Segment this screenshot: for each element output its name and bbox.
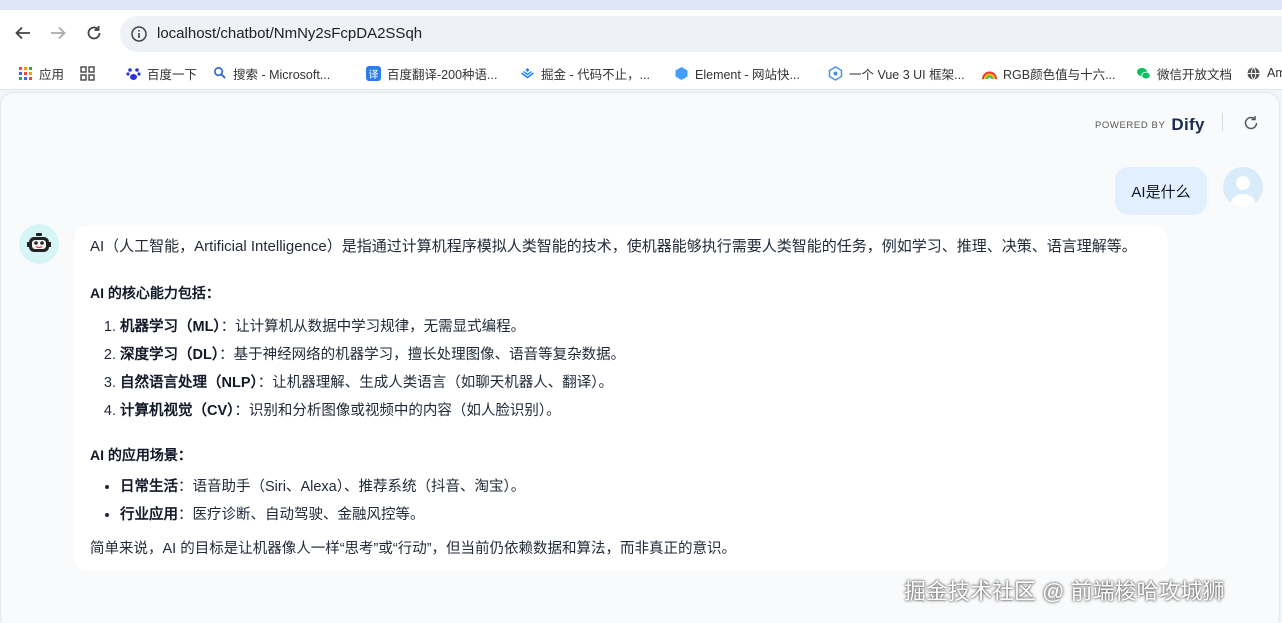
- answer-intro: AI（人工智能，Artificial Intelligence）是指通过计算机程…: [90, 238, 1137, 255]
- list-item: 自然语言处理（NLP）：让机器理解、生成人类语言（如聊天机器人、翻译）。: [120, 369, 625, 397]
- address-bar[interactable]: localhost/chatbot/NmNy2sFcpDA2SSqh: [120, 16, 1282, 52]
- list-item: 机器学习（ML）：让计算机从数据中学习规律，无需显式编程。: [120, 313, 625, 341]
- bot-avatar: [19, 224, 59, 264]
- browser-toolbar: localhost/chatbot/NmNy2sFcpDA2SSqh: [0, 10, 1282, 56]
- user-message-bubble: AI是什么: [1115, 167, 1207, 215]
- list-item: 行业应用：医疗诊断、自动驾驶、金融风控等。: [120, 501, 525, 529]
- address-url[interactable]: localhost/chatbot/NmNy2sFcpDA2SSqh: [157, 25, 422, 42]
- bookmark-rgb-hex[interactable]: RGB颜色值与十六...: [982, 64, 1116, 82]
- bookmark-element[interactable]: Element - 网站快...: [674, 64, 800, 82]
- powered-by-label: POWERED BY: [1095, 119, 1166, 131]
- bookmark-baidu-translate[interactable]: 译 百度翻译-200种语...: [366, 64, 497, 82]
- baidu-paw-icon: [126, 66, 141, 81]
- bookmark-wechat-docs[interactable]: 微信开放文档: [1136, 64, 1232, 82]
- rainbow-icon: [982, 66, 997, 81]
- wechat-icon: [1136, 66, 1151, 81]
- reload-icon[interactable]: [81, 20, 107, 46]
- watermark: 掘金技术社区 @ 前端梭哈攻城狮: [904, 579, 1225, 604]
- chatbot-page: POWERED BY Dify AI是什么 AI（人工智能，Artificial…: [0, 90, 1282, 623]
- apps-grid-icon: [18, 66, 33, 81]
- bookmark-more[interactable]: Am: [1246, 64, 1282, 82]
- bookmark-apps[interactable]: 应用: [18, 64, 64, 82]
- tab-grid-icon: [80, 65, 95, 81]
- site-info-icon[interactable]: [130, 25, 148, 43]
- bookmark-tab-groups[interactable]: [80, 64, 101, 82]
- chat-panel: POWERED BY Dify AI是什么 AI（人工智能，Artificial…: [0, 92, 1280, 623]
- juejin-icon: [520, 66, 535, 81]
- powered-by-dify[interactable]: POWERED BY Dify: [1095, 115, 1205, 135]
- ui-framework-icon: [828, 65, 843, 81]
- element-hexagon-icon: [674, 66, 689, 81]
- list-item: 深度学习（DL）：基于神经网络的机器学习，擅长处理图像、语音等复杂数据。: [120, 341, 625, 369]
- header-divider: [1222, 113, 1223, 131]
- robot-icon: [27, 233, 51, 252]
- user-message-text: AI是什么: [1131, 183, 1191, 201]
- globe-icon: [1246, 66, 1261, 81]
- forward-icon[interactable]: [45, 20, 71, 46]
- browser-top-strip: [0, 0, 1282, 10]
- application-scenes-heading: AI 的应用场景：: [90, 447, 192, 463]
- translate-icon: 译: [366, 65, 381, 81]
- answer-outro: 简单来说，AI 的目标是让机器像人一样“思考”或“行动”，但当前仍依赖数据和算法…: [90, 541, 737, 557]
- core-abilities-heading: AI 的核心能力包括：: [90, 285, 220, 301]
- bookmarks-bar: 应用 百度一下 搜索 - Microsoft... 译 百度翻译-200种语..…: [0, 56, 1282, 90]
- search-icon: [212, 66, 227, 81]
- dify-logo: Dify: [1171, 115, 1205, 134]
- restart-conversation-icon[interactable]: [1241, 113, 1261, 133]
- user-avatar: [1223, 167, 1263, 207]
- bookmark-vue3-ui[interactable]: 一个 Vue 3 UI 框架...: [828, 64, 965, 82]
- bookmark-juejin[interactable]: 掘金 - 代码不止，...: [520, 64, 650, 82]
- core-abilities-list: 机器学习（ML）：让计算机从数据中学习规律，无需显式编程。 深度学习（DL）：基…: [120, 313, 625, 425]
- user-silhouette-icon: [1231, 176, 1255, 207]
- back-icon[interactable]: [10, 20, 36, 46]
- bot-answer-card: AI（人工智能，Artificial Intelligence）是指通过计算机程…: [74, 226, 1168, 571]
- list-item: 日常生活：语音助手（Siri、Alexa）、推荐系统（抖音、淘宝）。: [120, 473, 525, 501]
- list-item: 计算机视觉（CV）：识别和分析图像或视频中的内容（如人脸识别）。: [120, 397, 625, 425]
- bookmark-bing-search[interactable]: 搜索 - Microsoft...: [212, 64, 330, 82]
- application-scenes-list: 日常生活：语音助手（Siri、Alexa）、推荐系统（抖音、淘宝）。 行业应用：…: [120, 473, 525, 529]
- bookmark-baidu[interactable]: 百度一下: [126, 64, 197, 82]
